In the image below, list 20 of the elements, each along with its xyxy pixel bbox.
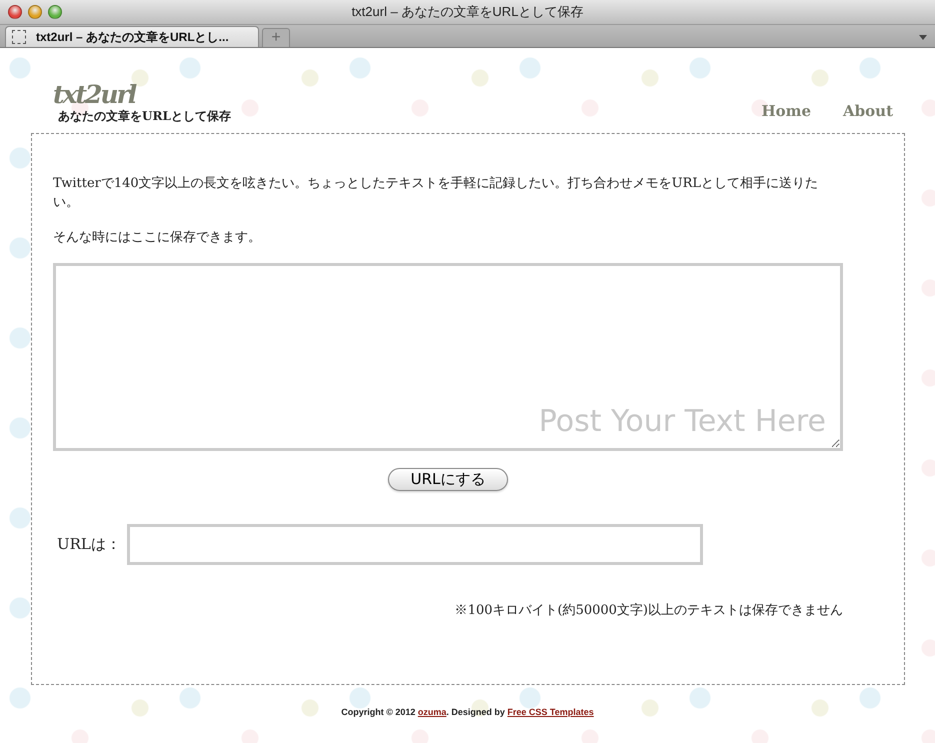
size-limit-note: ※100キロバイト(約50000文字)以上のテキストは保存できません	[454, 602, 843, 619]
site-logo[interactable]: txt2url	[53, 82, 231, 108]
dropdown-icon[interactable]	[919, 35, 927, 40]
nav-link[interactable]: Home	[761, 102, 812, 120]
site-tagline: あなたの文章をURLとして保存	[58, 108, 231, 125]
footer-text: Copyright © 2012 ozuma. Designed by Free CSS Templates	[341, 707, 594, 717]
browser-tab[interactable]: txt2url – あなたの文章をURLとし...	[5, 26, 259, 47]
intro-paragraph: そんな時にはここに保存できます。	[53, 229, 262, 247]
nav-link[interactable]: About	[843, 102, 893, 120]
author-link[interactable]: ozuma	[418, 707, 446, 717]
url-label: URLは：	[57, 535, 121, 554]
minimize-button[interactable]	[28, 5, 42, 19]
page-icon	[12, 30, 26, 44]
zoom-button[interactable]	[48, 5, 62, 19]
designer-link[interactable]: Free CSS Templates	[507, 707, 594, 717]
url-field[interactable]	[126, 524, 703, 565]
window-title: txt2url – あなたの文章をURLとして保存	[350, 3, 584, 21]
make-url-button[interactable]: URLにする	[388, 468, 508, 491]
close-button[interactable]	[8, 5, 22, 19]
intro-paragraph: Twitterで140文字以上の長文を呟きたい。ちょっとしたテキストを手軽に記録したい。打ち合わせメモをURLとして相手に送りたい。	[53, 175, 820, 212]
